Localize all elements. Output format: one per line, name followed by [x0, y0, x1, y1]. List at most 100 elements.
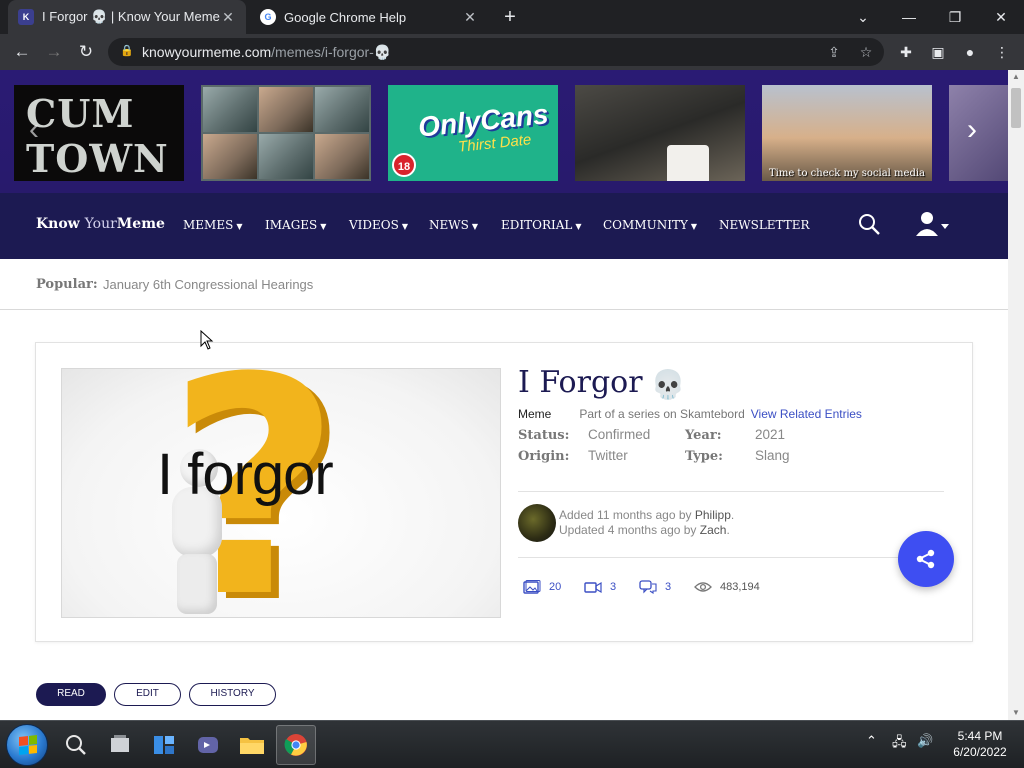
carousel-thumb[interactable]: Time to check my social media: [762, 85, 932, 181]
stat-videos[interactable]: 3: [584, 580, 616, 594]
profile-icon[interactable]: ●: [958, 40, 982, 64]
tray-overflow-icon[interactable]: ⌃: [866, 733, 877, 749]
stat-comments[interactable]: 3: [639, 580, 671, 594]
nav-newsletter[interactable]: NEWSLETTER: [719, 218, 810, 232]
trending-carousel: CUM TOWN OnlyCans Thirst Date 18 Time to…: [0, 70, 1008, 193]
popular-bar: Popular: January 6th Congressional Heari…: [0, 259, 1008, 310]
tab-search-chevron-icon[interactable]: ⌄: [840, 0, 886, 34]
start-button[interactable]: [6, 724, 48, 766]
coffee-cup-shape: [667, 145, 709, 181]
origin-value[interactable]: Twitter: [588, 448, 628, 463]
skull-emoji: 💀: [650, 368, 686, 401]
nav-editorial[interactable]: EDITORIAL ▼: [501, 218, 582, 232]
taskbar-clock[interactable]: 5:44 PM 6/20/2022: [940, 728, 1020, 760]
popular-label: Popular:: [36, 277, 98, 292]
tab-edit[interactable]: EDIT: [114, 683, 181, 706]
share-icon: [916, 549, 935, 569]
teams-chat-icon[interactable]: [188, 725, 228, 765]
type-label: Type:: [685, 449, 723, 464]
back-arrow-icon[interactable]: ←: [10, 40, 34, 64]
browser-titlebar: K I Forgor 💀 | Know Your Meme ✕ G Google…: [0, 0, 1024, 34]
chrome-taskbar-icon[interactable]: [276, 725, 316, 765]
tab-chrome-help[interactable]: G Google Chrome Help ✕: [250, 0, 488, 34]
minimize-icon[interactable]: —: [886, 0, 932, 34]
carousel-prev-icon[interactable]: ‹: [22, 110, 46, 150]
task-view-icon[interactable]: [100, 725, 140, 765]
carousel-thumb[interactable]: [575, 85, 745, 181]
volume-icon[interactable]: 🔊: [917, 733, 933, 749]
side-panel-icon[interactable]: ▣: [926, 40, 950, 64]
view-related-link[interactable]: View Related Entries: [751, 407, 862, 421]
thumb-caption: Time to check my social media: [768, 168, 926, 179]
address-bar[interactable]: 🔒 knowyourmeme.com/memes/i-forgor-💀 ⇪ ☆: [108, 38, 884, 66]
updated-by-link[interactable]: Zach: [700, 523, 727, 537]
avatar[interactable]: [518, 504, 556, 542]
google-favicon-icon: G: [260, 9, 276, 25]
video-camera-icon: [584, 581, 602, 594]
scroll-up-icon[interactable]: ▲: [1008, 70, 1024, 84]
tab-title: I Forgor 💀 | Know Your Meme: [42, 9, 220, 24]
caret-down-icon: ▼: [690, 222, 698, 231]
site-logo[interactable]: Know YourMeme: [36, 216, 165, 232]
nav-community[interactable]: COMMUNITY ▼: [603, 218, 697, 232]
file-explorer-icon[interactable]: [232, 725, 272, 765]
tab-history[interactable]: HISTORY: [189, 683, 276, 706]
entry-meta: Meme Part of a series on Skamtebord View R…: [518, 407, 862, 421]
type-value[interactable]: Slang: [755, 448, 790, 463]
page-scrollbar[interactable]: ▲ ▼: [1008, 70, 1024, 720]
entry-title: I Forgor 💀: [518, 365, 686, 401]
tab-kym[interactable]: K I Forgor 💀 | Know Your Meme ✕: [8, 0, 246, 34]
share-page-icon[interactable]: ⇪: [824, 42, 844, 62]
scroll-thumb[interactable]: [1011, 88, 1021, 128]
user-menu-icon[interactable]: [915, 211, 951, 237]
caret-down-icon: ▼: [575, 222, 582, 231]
forward-arrow-icon[interactable]: →: [42, 40, 66, 64]
image-caption: I forgor: [157, 442, 334, 507]
kym-favicon-icon: K: [18, 9, 34, 25]
carousel-next-icon[interactable]: ›: [960, 110, 984, 150]
year-value[interactable]: 2021: [755, 427, 785, 442]
carousel-thumb[interactable]: OnlyCans Thirst Date 18: [388, 85, 558, 181]
nav-news[interactable]: NEWS ▼: [429, 218, 478, 232]
stat-images[interactable]: 20: [523, 580, 561, 594]
nav-memes[interactable]: MEMES ▼: [183, 218, 242, 232]
window-close-icon[interactable]: ✕: [978, 0, 1024, 34]
tab-title: Google Chrome Help: [284, 9, 407, 25]
close-icon[interactable]: ✕: [462, 9, 478, 26]
share-button[interactable]: [898, 531, 954, 587]
tab-read[interactable]: READ: [36, 683, 106, 706]
image-icon: [523, 580, 541, 594]
address-url[interactable]: knowyourmeme.com/memes/i-forgor-💀: [142, 44, 391, 61]
close-icon[interactable]: ✕: [220, 9, 236, 26]
carousel-thumb[interactable]: [201, 85, 371, 181]
windows-taskbar: ⌃ 🖧 🔊 5:44 PM 6/20/2022: [0, 720, 1024, 768]
menu-kebab-icon[interactable]: ⋮: [990, 40, 1014, 64]
entry-header-card: ? I forgor I Forgor 💀 Meme Part of a serie…: [35, 342, 973, 642]
popular-link[interactable]: January 6th Congressional Hearings: [103, 277, 313, 292]
status-value: Confirmed: [588, 427, 651, 442]
scroll-down-icon[interactable]: ▼: [1008, 706, 1024, 720]
nav-images[interactable]: IMAGES ▼: [265, 218, 326, 232]
extensions-puzzle-icon[interactable]: ✚: [894, 40, 918, 64]
origin-label: Origin:: [518, 449, 570, 464]
thumb-text: CUM TOWN: [26, 91, 169, 181]
search-icon[interactable]: [56, 725, 96, 765]
entry-image[interactable]: ? I forgor: [61, 368, 501, 618]
added-by-link[interactable]: Philipp: [695, 508, 731, 522]
caret-down-icon: ▼: [236, 222, 243, 231]
caret-down-icon: ▼: [320, 222, 327, 231]
mouse-cursor-icon: [200, 330, 214, 350]
restore-icon[interactable]: ❐: [932, 0, 978, 34]
new-tab-plus-icon[interactable]: +: [498, 5, 522, 29]
network-icon[interactable]: 🖧: [892, 733, 907, 755]
eye-icon: [694, 582, 712, 592]
lock-icon: 🔒: [120, 45, 134, 57]
bookmark-star-icon[interactable]: ☆: [856, 42, 876, 62]
entry-series: Part of a series on Skamtebord: [579, 407, 745, 421]
nav-videos[interactable]: VIDEOS ▼: [349, 218, 408, 232]
year-label: Year:: [685, 428, 722, 443]
reload-icon[interactable]: ↻: [74, 40, 98, 64]
widgets-icon[interactable]: [144, 725, 184, 765]
search-icon[interactable]: [857, 212, 881, 236]
comments-icon: [639, 580, 657, 594]
